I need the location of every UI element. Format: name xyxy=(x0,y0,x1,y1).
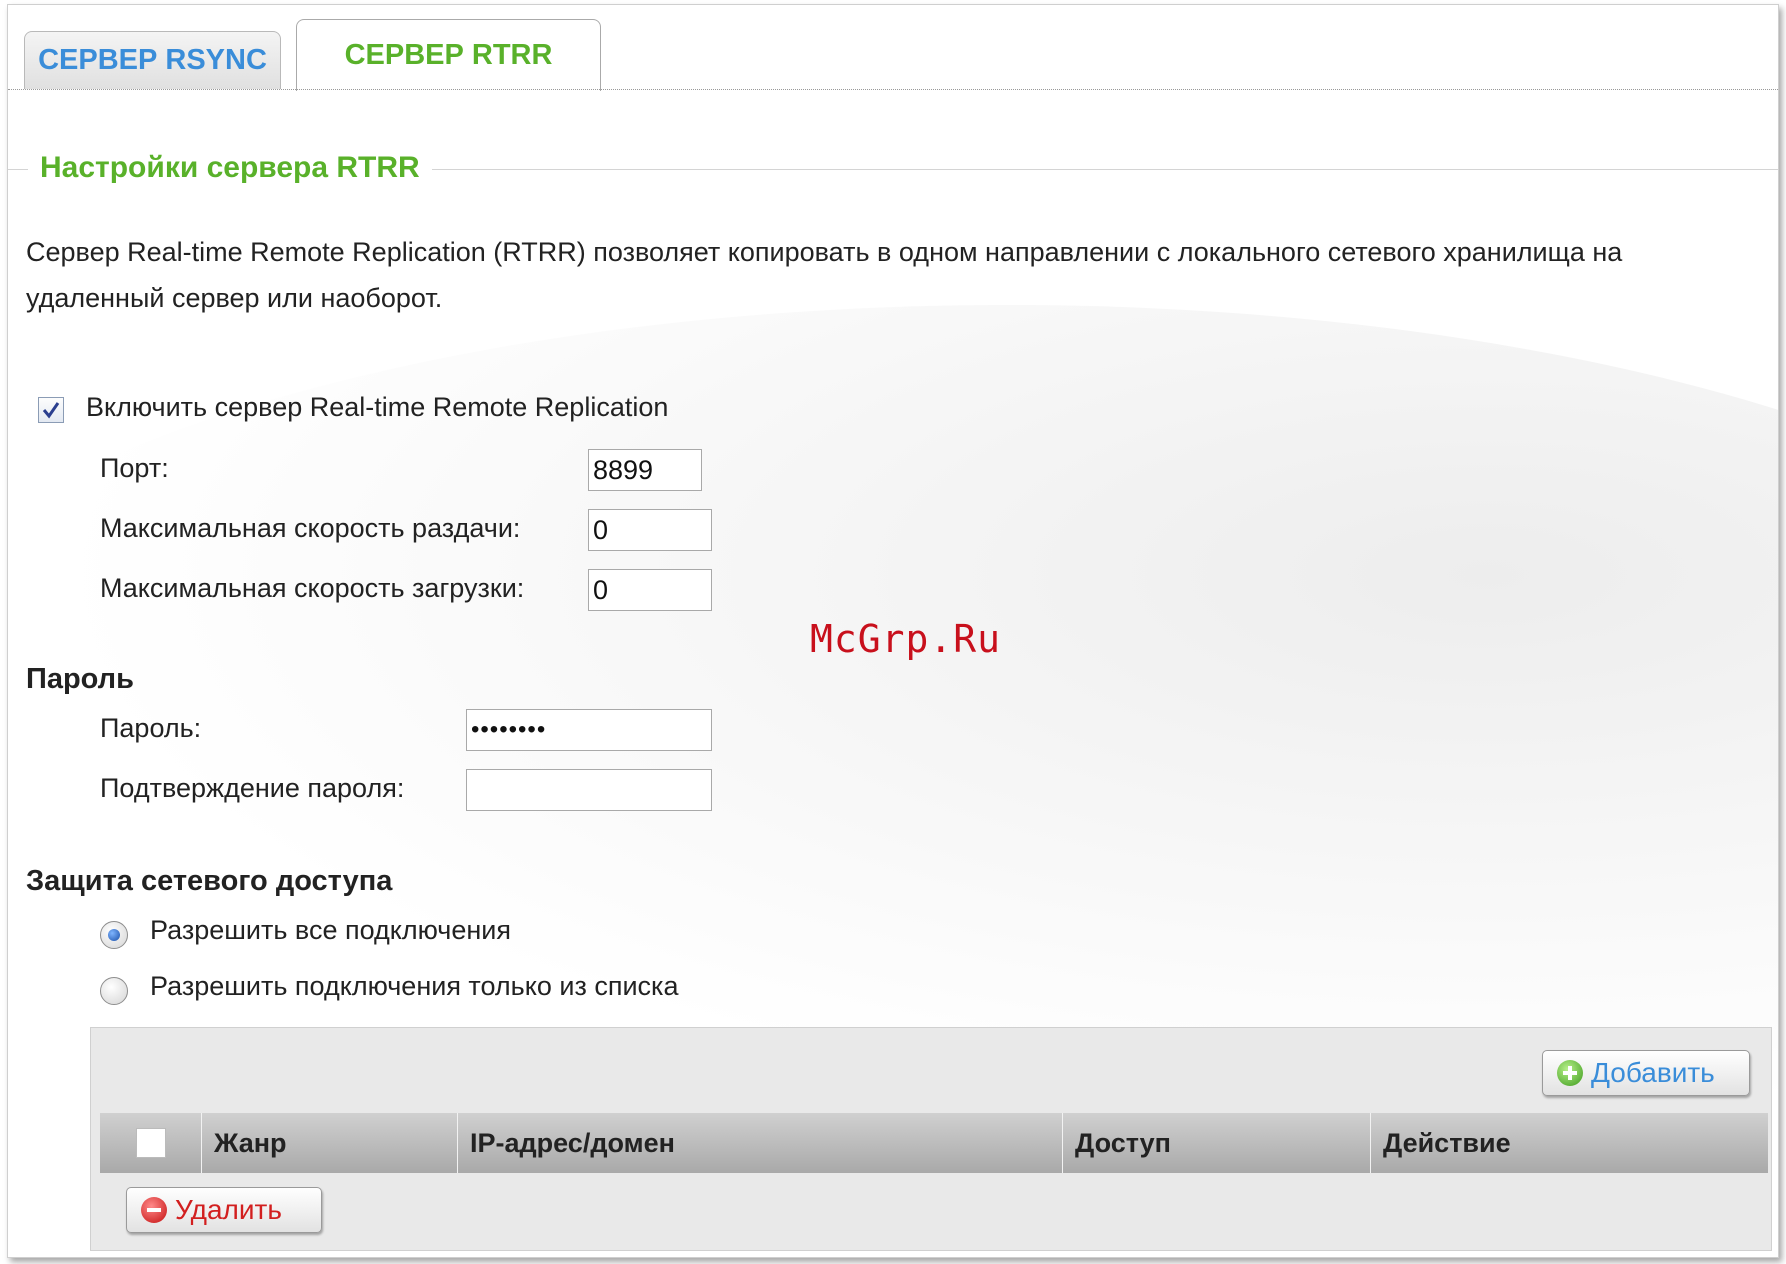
allow-all-radio[interactable] xyxy=(100,921,128,949)
column-access[interactable]: Доступ xyxy=(1063,1113,1371,1173)
allow-all-label: Разрешить все подключения xyxy=(150,915,511,945)
allow-list-radio[interactable] xyxy=(100,977,128,1005)
section-title: Настройки сервера RTRR xyxy=(28,151,432,185)
checkmark-icon xyxy=(42,402,60,419)
password-label: Пароль: xyxy=(100,713,202,743)
download-speed-input[interactable]: 0 xyxy=(588,569,712,611)
confirm-password-input[interactable] xyxy=(466,769,712,811)
upload-speed-label: Максимальная скорость раздачи: xyxy=(100,513,521,543)
add-icon xyxy=(1557,1060,1583,1086)
delete-button[interactable]: Удалить xyxy=(126,1187,322,1233)
tab-rsync-server[interactable]: СЕРВЕР RSYNC xyxy=(24,31,281,89)
enable-rtrr-label: Включить сервер Real-time Remote Replica… xyxy=(86,392,669,422)
port-input[interactable]: 8899 xyxy=(588,449,702,491)
column-genre[interactable]: Жанр xyxy=(202,1113,458,1173)
confirm-password-label: Подтверждение пароля: xyxy=(100,773,405,803)
port-label: Порт: xyxy=(100,453,169,483)
download-speed-label: Максимальная скорость загрузки: xyxy=(100,573,525,603)
select-all-cell xyxy=(100,1113,202,1173)
section-description: Сервер Real-time Remote Replication (RTR… xyxy=(26,237,1623,313)
allow-list-label: Разрешить подключения только из списка xyxy=(150,971,679,1001)
access-table-header: Жанр IP-адрес/домен Доступ Действие xyxy=(100,1113,1768,1173)
enable-rtrr-checkbox[interactable] xyxy=(38,397,64,423)
column-action[interactable]: Действие xyxy=(1371,1113,1768,1173)
window-frame: СЕРВЕР RSYNC СЕРВЕР RTRR Настройки серве… xyxy=(7,4,1779,1258)
watermark: McGrp.Ru xyxy=(810,617,1002,661)
column-ip-domain[interactable]: IP-адрес/домен xyxy=(458,1113,1063,1173)
select-all-checkbox[interactable] xyxy=(135,1128,166,1158)
radio-selected-dot xyxy=(108,929,120,941)
tab-rtrr-server[interactable]: СЕРВЕР RTRR xyxy=(296,19,601,91)
add-button-label: Добавить xyxy=(1591,1057,1715,1088)
network-access-heading: Защита сетевого доступа xyxy=(26,865,393,897)
tab-divider xyxy=(8,89,1778,90)
password-heading: Пароль xyxy=(26,663,134,695)
delete-button-label: Удалить xyxy=(175,1194,282,1225)
add-button[interactable]: Добавить xyxy=(1542,1050,1750,1096)
password-input[interactable]: •••••••• xyxy=(466,709,712,751)
delete-icon xyxy=(141,1197,167,1223)
upload-speed-input[interactable]: 0 xyxy=(588,509,712,551)
